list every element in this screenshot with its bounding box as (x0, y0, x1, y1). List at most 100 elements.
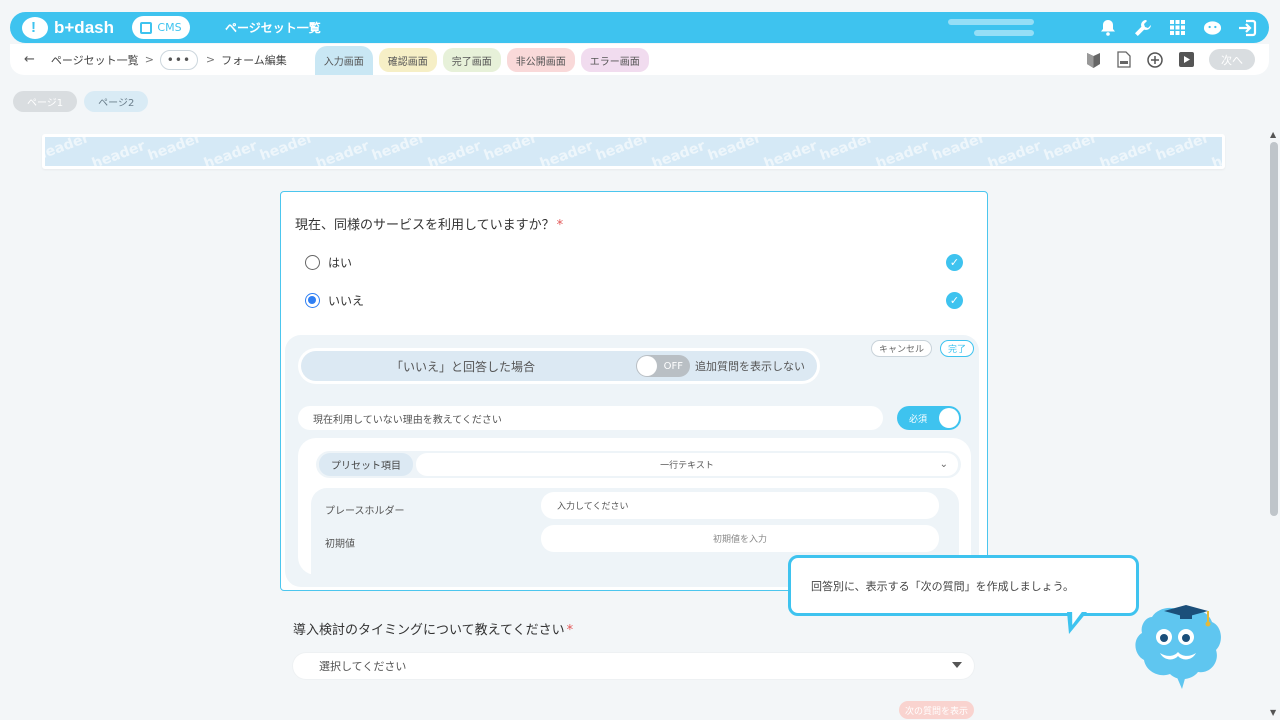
scroll-down-icon[interactable]: ▼ (1270, 708, 1276, 717)
logo[interactable]: b+dash (22, 16, 114, 39)
caret-down-icon (952, 662, 962, 668)
check-icon[interactable]: ✓ (946, 292, 963, 309)
radio-no[interactable] (305, 293, 320, 308)
radio-yes[interactable] (305, 255, 320, 270)
logo-text: b+dash (54, 17, 114, 37)
guide-tooltip: 回答別に、表示する「次の質問」を作成しましょう。 (788, 555, 1139, 616)
option-yes[interactable]: はい (305, 254, 352, 271)
header-pattern-text: header (313, 138, 372, 166)
breadcrumb-form-edit: フォーム編集 (221, 53, 287, 67)
option-no[interactable]: いいえ (305, 292, 364, 309)
play-icon[interactable] (1178, 52, 1194, 68)
bell-icon[interactable] (1098, 18, 1117, 37)
required-toggle-label: 必須 (909, 414, 928, 425)
mascot-icon[interactable] (1203, 18, 1222, 37)
mascot-icon (1130, 597, 1225, 689)
breadcrumb-separator: > (144, 53, 154, 66)
page-1-button[interactable]: ページ1 (13, 91, 78, 112)
screen-tabs: 入力画面 確認画面 完了画面 非公開画面 エラー画面 (314, 44, 649, 75)
header-pattern-text: header (201, 138, 260, 166)
tab-input-screen[interactable]: 入力画面 (314, 46, 373, 75)
next-button[interactable]: 次へ (1209, 49, 1255, 70)
header-section[interactable]: header header header header header header head… (42, 134, 1225, 169)
required-mark: * (566, 623, 574, 638)
branch-panel: キャンセル 完了 「いいえ」と回答した場合 OFF 追加質問を表示しない 現在利… (285, 335, 979, 587)
sub-question-input[interactable]: 現在利用していない理由を教えてください (298, 406, 883, 430)
scrollbar-thumb[interactable] (1270, 142, 1278, 516)
tab-complete-screen[interactable]: 完了画面 (442, 48, 501, 72)
header-pattern-text: header (705, 137, 764, 164)
header-pattern-text: header (985, 138, 1044, 166)
tab-error-screen[interactable]: エラー画面 (580, 48, 649, 72)
required-toggle[interactable]: 必須 (897, 406, 961, 430)
question-2-title: 導入検討のタイミングについて教えてください * (293, 619, 573, 638)
check-icon[interactable]: ✓ (946, 254, 963, 271)
header-pattern-text: header (873, 138, 932, 166)
select-placeholder: 選択してください (319, 660, 407, 673)
default-value-input[interactable]: 初期値を入力 (541, 525, 939, 552)
option-yes-label: はい (328, 256, 353, 270)
default-value-label: 初期値 (325, 539, 355, 550)
cms-button[interactable]: CMS (132, 16, 190, 39)
toggle-note: 追加質問を表示しない (695, 360, 805, 373)
breadcrumb-more-button[interactable]: ••• (159, 49, 198, 70)
question-1-text: 現在、同様のサービスを利用していますか？ (295, 218, 555, 233)
breadcrumb-page-set-list[interactable]: ページセット一覧 (51, 52, 139, 68)
page-2-button[interactable]: ページ2 (84, 91, 149, 112)
question-1-title: 現在、同様のサービスを利用していますか？ * (295, 214, 563, 233)
toggle-knob (939, 408, 959, 428)
header-pattern-text: header (257, 137, 316, 164)
page-tabs: ページ1 ページ2 (13, 91, 149, 112)
header-pattern-text: header (649, 138, 708, 166)
add-circle-icon[interactable] (1147, 51, 1163, 68)
timing-select[interactable]: 選択してください (293, 653, 974, 679)
header-pattern-text: header (1097, 138, 1156, 166)
logout-icon[interactable] (1238, 18, 1257, 37)
toggle-state: OFF (663, 360, 683, 372)
page-title: ページセット一覧 (225, 21, 321, 35)
done-button[interactable]: 完了 (940, 340, 975, 357)
placeholder-input[interactable]: 入力してください (541, 492, 939, 519)
condition-label: 「いいえ」と回答した場合 (391, 359, 536, 374)
show-additional-toggle[interactable]: OFF (636, 355, 690, 377)
preset-value: 一行テキスト (660, 461, 714, 471)
preset-select[interactable]: 一行テキスト ⌄ (416, 453, 958, 476)
chevron-down-icon: ⌄ (939, 459, 948, 470)
header-pattern-text: header (45, 137, 92, 164)
header-pattern-text: header (929, 137, 988, 164)
cancel-button[interactable]: キャンセル (871, 340, 933, 357)
preset-label: プリセット項目 (319, 453, 413, 476)
header-pattern-text: header (89, 138, 148, 166)
cms-label: CMS (157, 21, 182, 34)
header-placeholder: header header header header header header head… (45, 137, 1222, 166)
header-pattern-text: header (481, 137, 540, 164)
user-info[interactable] (948, 17, 1034, 39)
question-card[interactable]: 現在、同様のサービスを利用していますか？ * はい ✓ いいえ ✓ キャンセル 完… (280, 191, 988, 591)
grid-icon[interactable] (1168, 18, 1187, 37)
show-next-question-button[interactable]: 次の質問を表示 (899, 701, 975, 719)
header-pattern-text: header (537, 138, 596, 166)
edit-icon (140, 21, 153, 34)
tab-confirm-screen[interactable]: 確認画面 (378, 48, 437, 72)
app-root: b+dash CMS ページセット一覧 ← (0, 0, 1280, 720)
header-pattern-text: header (145, 137, 204, 164)
header-pattern-text: header (369, 137, 428, 164)
logo-icon (22, 16, 48, 39)
breadcrumb-separator: > (205, 53, 216, 66)
wrench-icon[interactable] (1133, 18, 1152, 37)
condition-box: 「いいえ」と回答した場合 OFF 追加質問を表示しない (298, 348, 820, 384)
scroll-up-icon[interactable]: ▲ (1270, 130, 1276, 139)
tab-private-screen[interactable]: 非公開画面 (506, 48, 575, 72)
option-no-label: いいえ (328, 294, 365, 308)
tooltip-text: 回答別に、表示する「次の質問」を作成しましょう。 (811, 579, 1075, 593)
header-pattern-text: header (761, 138, 820, 166)
back-arrow-icon[interactable]: ← (24, 52, 35, 67)
question-2-text: 導入検討のタイミングについて教えてください (293, 623, 565, 638)
header-pattern-text: header (593, 137, 652, 164)
header-pattern-text: header (1041, 137, 1100, 164)
html-file-icon[interactable] (1116, 51, 1132, 68)
sub-bar: ← ページセット一覧 > ••• > フォーム編集 入力画面 確認画面 完了画面… (10, 44, 1269, 75)
beginner-icon[interactable] (1085, 52, 1101, 68)
header-pattern-text: header (425, 138, 484, 166)
placeholder-label: プレースホルダー (325, 506, 405, 517)
